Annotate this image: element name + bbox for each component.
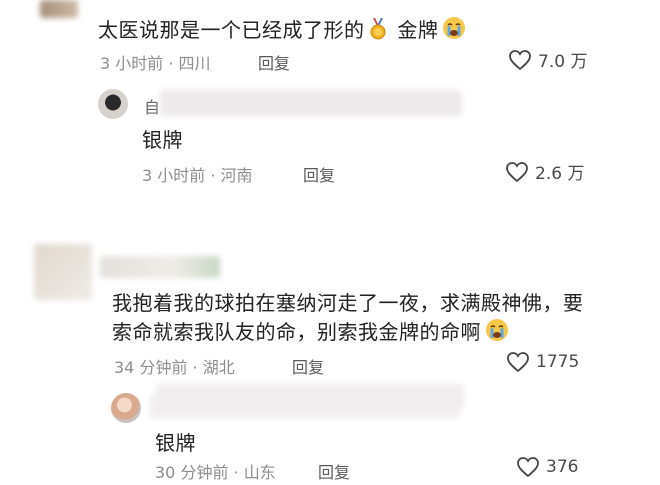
username-blurred	[100, 256, 220, 278]
reply-like-count: 2.6 万	[535, 164, 585, 184]
comment-text-tail: 金牌	[397, 18, 439, 42]
comment-text-line-1: 我抱着我的球拍在塞纳河走了一夜，求满殿神佛，要	[112, 291, 584, 315]
like-button[interactable]: 1775	[506, 351, 579, 373]
crying-face-icon	[485, 318, 509, 347]
heart-outline-icon	[506, 161, 528, 182]
username-blurred	[160, 90, 462, 116]
comment-text-line-2-text: 索命就索我队友的命，别索我金牌的命啊	[112, 320, 481, 344]
like-count: 7.0 万	[538, 52, 588, 72]
heart-outline-icon	[509, 49, 531, 70]
reply-button[interactable]: 回复	[258, 50, 290, 74]
medal-icon	[369, 18, 387, 45]
like-button[interactable]: 7.0 万	[508, 47, 587, 72]
reply-like-count: 376	[546, 457, 579, 477]
reply-reply-button[interactable]: 回复	[318, 459, 350, 483]
reply-meta: 30 分钟前 · 山东	[155, 463, 276, 482]
reply-like-button[interactable]: 2.6 万	[505, 159, 584, 184]
reply-avatar[interactable]	[111, 393, 141, 423]
avatar-blurred[interactable]	[40, 0, 78, 18]
username-blurred	[150, 396, 460, 418]
comment-meta: 34 分钟前 · 湖北	[114, 358, 235, 377]
reply-like-button[interactable]: 376	[516, 456, 578, 478]
reply-text: 银牌	[142, 128, 183, 152]
reply-avatar[interactable]	[98, 89, 128, 119]
crying-face-icon	[442, 16, 466, 45]
like-count: 1775	[536, 352, 580, 372]
comment-text-main: 太医说那是一个已经成了形的	[98, 18, 365, 42]
reply-text: 银牌	[155, 431, 196, 455]
heart-outline-icon	[507, 352, 529, 373]
comment-text: 太医说那是一个已经成了形的 金牌	[98, 14, 466, 45]
reply-username-prefix[interactable]: 自	[144, 94, 160, 118]
comment-text-line-2: 索命就索我队友的命，别索我金牌的命啊	[112, 316, 509, 347]
avatar-blurred[interactable]	[34, 244, 92, 300]
reply-reply-button[interactable]: 回复	[303, 162, 335, 186]
reply-meta: 3 小时前 · 河南	[142, 166, 253, 185]
comment-meta: 3 小时前 · 四川	[100, 54, 211, 73]
reply-button[interactable]: 回复	[292, 354, 324, 378]
heart-outline-icon	[517, 457, 539, 478]
